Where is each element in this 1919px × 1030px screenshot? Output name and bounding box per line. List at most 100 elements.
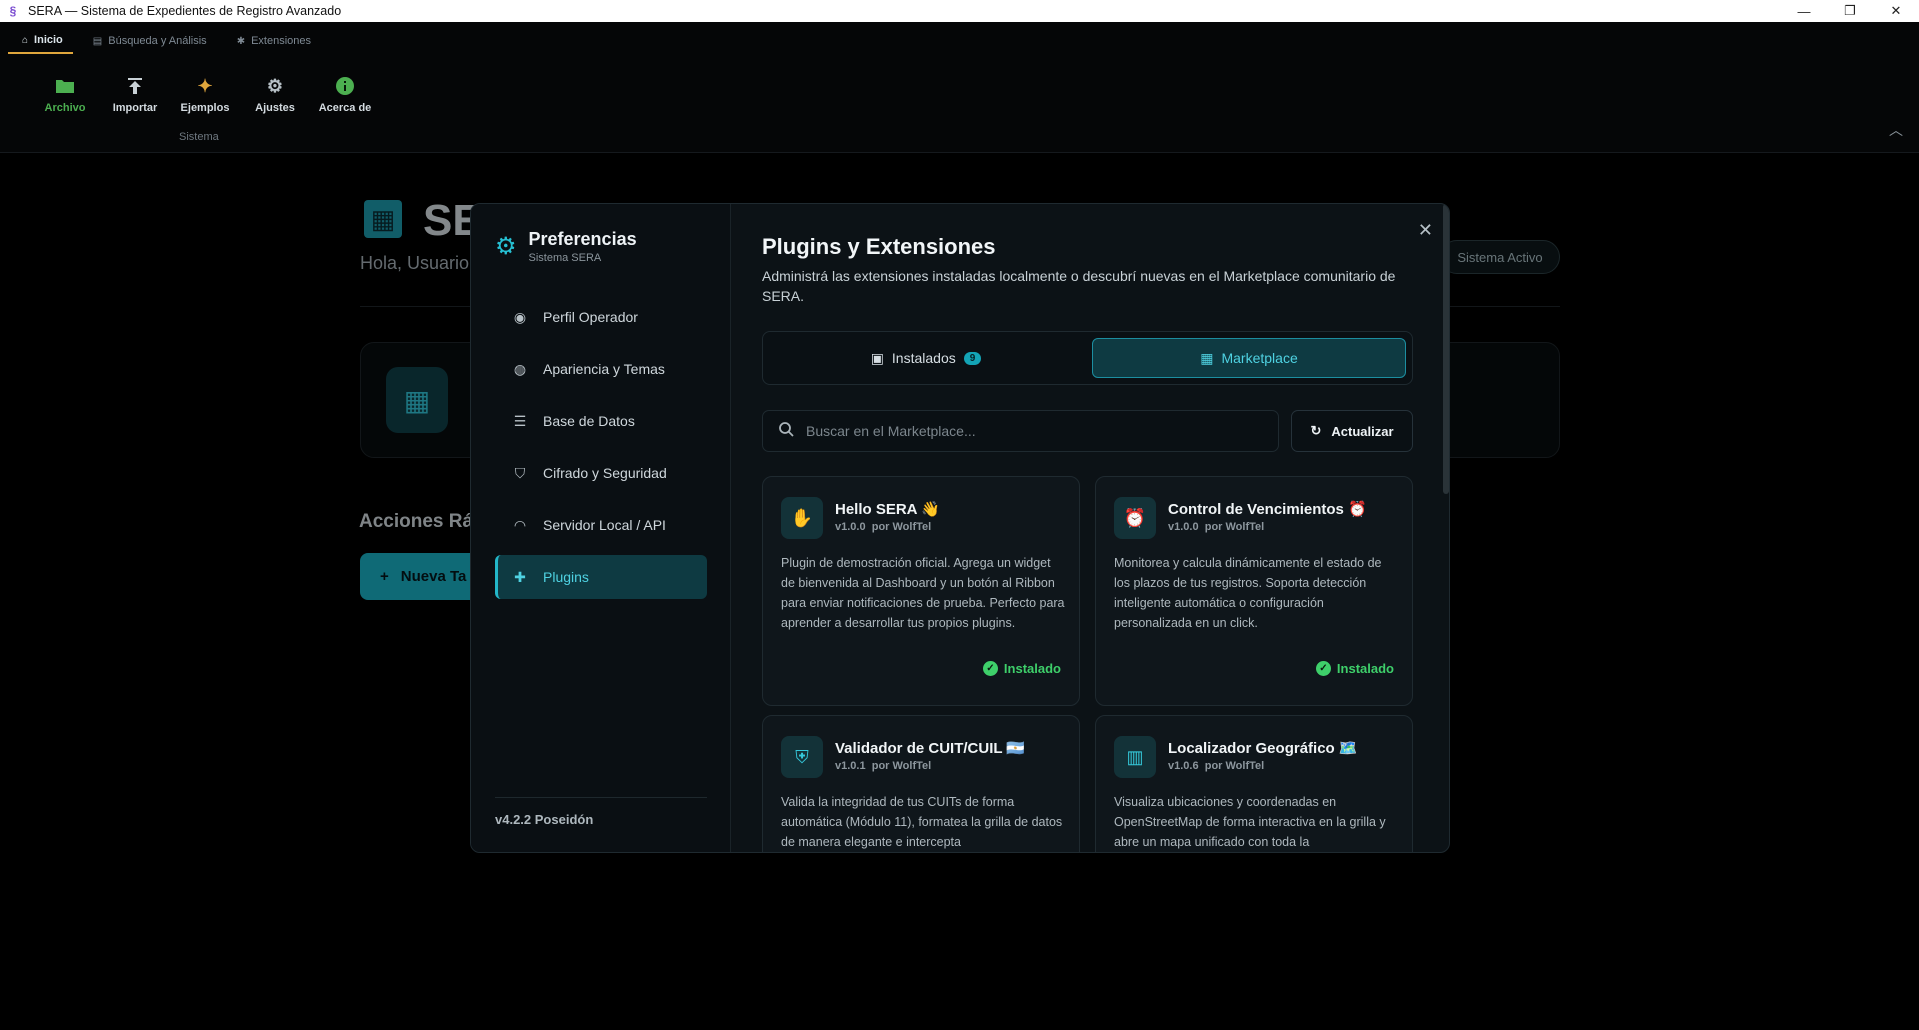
sidebar-item-label: Apariencia y Temas [543,361,665,377]
tab-marketplace[interactable]: ▦ Marketplace [1092,338,1406,378]
ajustes-label: Ajustes [255,102,295,114]
plugin-author: por WolfTel [871,521,932,533]
marketplace-search [762,410,1279,452]
close-icon[interactable]: ✕ [1418,220,1433,241]
plugin-version: v1.0.0 [1168,521,1199,533]
window-titlebar: § SERA — Sistema de Expedientes de Regis… [0,0,1919,22]
refresh-icon: ↻ [1310,423,1322,438]
check-icon: ✓ [982,661,998,676]
store-icon: ▦ [1200,349,1214,366]
plugin-version: v1.0.0 [835,521,866,533]
sidebar-header: ⚙ Preferencias Sistema SERA [495,229,637,264]
chart-icon: ▤ [92,35,103,47]
plugin-card[interactable]: ✋ Hello SERA 👋 v1.0.0 por WolfTel Plugin… [762,476,1080,706]
minimize-icon[interactable]: — [1781,0,1827,22]
importar-label: Importar [112,102,158,114]
collapse-ribbon-icon[interactable]: ︿ [1889,120,1903,140]
tab-extensiones[interactable]: ✱ Extensiones [223,30,321,54]
sidebar-title: Preferencias [528,229,637,249]
plugin-name: Validador de CUIT/CUIL 🇦🇷 [835,740,1026,757]
installed-count-badge: 9 [963,351,982,365]
ribbon-group-label: Sistema [179,131,219,143]
sidebar-item-plugins[interactable]: ✚ Plugins [495,555,707,599]
search-icon [779,421,794,441]
refresh-button[interactable]: ↻ Actualizar [1291,410,1413,452]
ribbon-buttons: Archivo Importar ✦ Ejemplos ⚙ Ajustes Ac… [30,75,380,115]
check-icon: ✓ [1315,661,1331,676]
archive-icon: ▣ [870,349,884,366]
scrollbar[interactable] [1443,204,1449,494]
page-description: Administrá las extensiones instaladas lo… [762,268,1396,304]
shield-check-icon: ⛨ [781,736,823,778]
preferences-modal: ⚙ Preferencias Sistema SERA ◉ Perfil Ope… [470,203,1450,853]
ejemplos-label: Ejemplos [180,102,230,114]
acerca-button[interactable]: Acerca de [310,75,380,114]
gear-icon: ⚙ [266,75,284,96]
plugin-status: ✓ Instalado [982,661,1061,676]
sparkles-icon: ✦ [197,75,213,96]
puzzle-icon: ✚ [514,568,526,585]
plugin-card[interactable]: ▥ Localizador Geográfico 🗺️ v1.0.6 por W… [1095,715,1413,852]
tab-label: Búsqueda y Análisis [108,35,207,47]
plugin-description: Valida la integridad de tus CUITs de for… [781,795,1063,849]
plugin-description: Monitorea y calcula dinámicamente el est… [1114,556,1382,630]
close-window-icon[interactable]: ✕ [1873,0,1919,22]
wave-hand-icon: ✋ [781,497,823,539]
sidebar-item-apariencia[interactable]: ◍ Apariencia y Temas [495,347,707,391]
upload-icon [127,75,143,97]
plugin-meta: v1.0.6 por WolfTel [1168,760,1264,772]
plugin-meta: v1.0.0 por WolfTel [1168,521,1264,533]
plugin-meta: v1.0.1 por WolfTel [835,760,931,772]
sidebar-item-base-datos[interactable]: ☰ Base de Datos [495,399,707,443]
tab-marketplace-label: Marketplace [1221,350,1298,366]
sidebar-item-perfil[interactable]: ◉ Perfil Operador [495,295,707,339]
alarm-clock-icon: ⏰ [1114,497,1156,539]
broadcast-icon: ◠ [513,516,527,533]
acerca-label: Acerca de [318,102,372,114]
plugin-name: Hello SERA 👋 [835,501,940,518]
tab-label: Inicio [34,34,63,46]
version-label: v4.2.2 Poseidón [495,812,594,827]
plugin-name: Control de Vencimientos ⏰ [1168,501,1367,518]
importar-button[interactable]: Importar [100,75,170,114]
tab-installed-label: Instalados [891,350,956,366]
sidebar-subtitle: Sistema SERA [528,252,602,264]
user-circle-icon: ◉ [513,308,527,325]
plugin-author: por WolfTel [1204,760,1265,772]
plugin-version: v1.0.6 [1168,760,1199,772]
home-icon: ⌂ [22,34,29,46]
sidebar-item-servidor[interactable]: ◠ Servidor Local / API [495,503,707,547]
plugin-description: Visualiza ubicaciones y coordenadas en O… [1114,795,1386,849]
ribbon: ⌂ Inicio ▤ Búsqueda y Análisis ✱ Extensi… [0,22,1919,153]
sidebar-item-label: Plugins [543,569,589,585]
archivo-label: Archivo [44,102,86,114]
tab-installed[interactable]: ▣ Instalados 9 [769,338,1083,378]
plugin-tabs: ▣ Instalados 9 ▦ Marketplace [762,331,1413,385]
sidebar-nav: ◉ Perfil Operador ◍ Apariencia y Temas ☰… [495,295,707,607]
refresh-label: Actualizar [1331,423,1394,439]
sidebar-item-label: Servidor Local / API [543,517,666,533]
sidebar-item-label: Perfil Operador [543,309,638,325]
info-icon [336,75,354,97]
plugin-card[interactable]: ⛨ Validador de CUIT/CUIL 🇦🇷 v1.0.1 por W… [762,715,1080,852]
plugin-name: Localizador Geográfico 🗺️ [1168,740,1358,757]
map-icon: ▥ [1114,736,1156,778]
tab-busqueda[interactable]: ▤ Búsqueda y Análisis [79,30,217,54]
plugin-status-label: Instalado [1003,661,1061,676]
plugin-card[interactable]: ⏰ Control de Vencimientos ⏰ v1.0.0 por W… [1095,476,1413,706]
plugin-meta: v1.0.0 por WolfTel [835,521,931,533]
sidebar-item-label: Cifrado y Seguridad [543,465,667,481]
window-controls: — ❐ ✕ [1781,0,1919,22]
page-title: Plugins y Extensiones [762,234,996,259]
plugin-version: v1.0.1 [835,760,866,772]
archivo-button[interactable]: Archivo [30,75,100,114]
window-title: SERA — Sistema de Expedientes de Registr… [28,4,342,18]
tab-inicio[interactable]: ⌂ Inicio [8,30,73,54]
search-input[interactable] [806,423,1246,439]
folder-icon [55,75,75,97]
maximize-icon[interactable]: ❐ [1827,0,1873,22]
plugin-description: Plugin de demostración oficial. Agrega u… [781,556,1065,630]
sidebar-item-cifrado[interactable]: ⛉ Cifrado y Seguridad [495,451,707,495]
ejemplos-button[interactable]: ✦ Ejemplos [170,75,240,115]
ajustes-button[interactable]: ⚙ Ajustes [240,75,310,115]
